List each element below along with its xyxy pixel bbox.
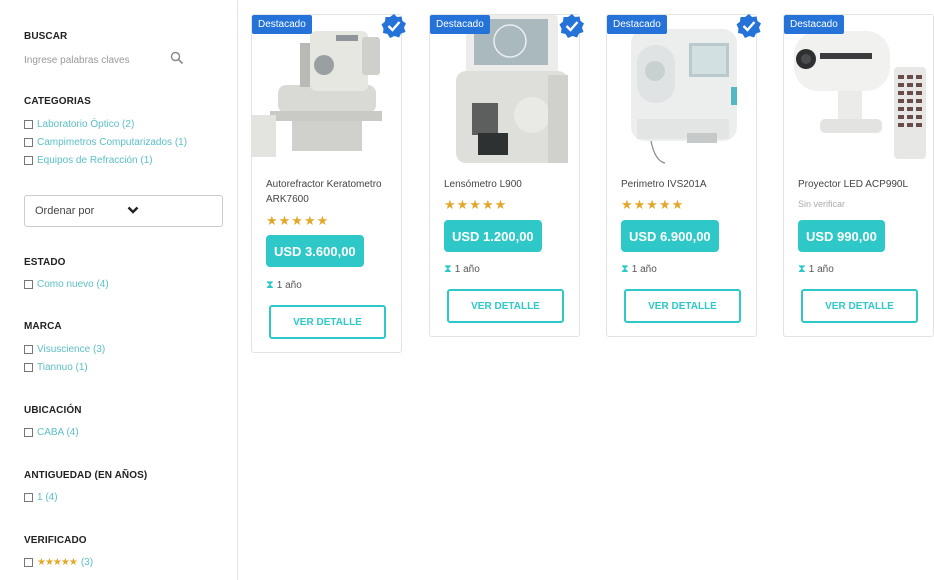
- checkbox[interactable]: [24, 156, 33, 165]
- age-label: 1 (4): [37, 492, 58, 503]
- age-value: 1 año: [276, 280, 302, 291]
- chevron-down-icon: [127, 206, 139, 214]
- verified-title: VERIFICADO: [24, 535, 87, 546]
- product-card[interactable]: Destacado Lensómetro L900 ★★★★★ USD 1.20…: [429, 14, 584, 337]
- product-image[interactable]: Destacado: [430, 15, 579, 165]
- product-image[interactable]: Destacado: [607, 15, 756, 165]
- price-tag: USD 990,00: [798, 220, 885, 252]
- location-title: UBICACIÓN: [24, 405, 82, 416]
- hourglass-icon: ⧗: [266, 279, 274, 291]
- featured-badge: Destacado: [430, 15, 490, 34]
- category-label: Campimetros Computarizados (1): [37, 137, 188, 148]
- product-age: ⧗ 1 año: [798, 263, 834, 276]
- perimeter-image: [607, 15, 756, 165]
- projector-image: [784, 15, 933, 165]
- sort-select[interactable]: Ordenar por: [24, 195, 223, 227]
- checkbox[interactable]: [24, 120, 33, 129]
- view-detail-button[interactable]: VER DETALLE: [801, 289, 918, 323]
- price-tag: USD 3.600,00: [266, 235, 364, 267]
- product-title[interactable]: Lensómetro L900: [444, 177, 569, 192]
- product-title[interactable]: Autorefractor Keratometro ARK7600: [266, 177, 391, 207]
- category-filter-refraccion[interactable]: Equipos de Refracción (1): [24, 155, 153, 166]
- search-box: [24, 50, 184, 68]
- check-badge-icon: [559, 14, 584, 38]
- search-input[interactable]: [24, 55, 159, 66]
- checkbox[interactable]: [24, 428, 33, 437]
- brand-filter-tiannuo[interactable]: Tiannuo (1): [24, 362, 88, 373]
- view-detail-button[interactable]: VER DETALLE: [269, 305, 386, 339]
- verified-filter-5-stars[interactable]: ★★★★★ (3): [24, 557, 93, 568]
- age-value: 1 año: [631, 264, 657, 275]
- filter-sidebar: BUSCAR CATEGORIAS Laboratorio Óptico (2)…: [0, 0, 238, 580]
- state-filter-como-nuevo[interactable]: Como nuevo (4): [24, 279, 109, 290]
- price-tag: USD 1.200,00: [444, 220, 542, 252]
- checkbox[interactable]: [24, 493, 33, 502]
- product-title[interactable]: Proyector LED ACP990L: [798, 177, 923, 192]
- featured-badge: Destacado: [607, 15, 667, 34]
- age-value: 1 año: [808, 264, 834, 275]
- location-label: CABA (4): [37, 427, 79, 438]
- rating-stars: ★★★★★: [266, 213, 330, 228]
- price-tag: USD 6.900,00: [621, 220, 719, 252]
- rating-stars: ★★★★★: [37, 557, 78, 568]
- view-detail-button[interactable]: VER DETALLE: [447, 289, 564, 323]
- state-label: Como nuevo (4): [37, 279, 109, 290]
- rating-stars: ★★★★★: [444, 197, 508, 212]
- checkbox[interactable]: [24, 345, 33, 354]
- autorefractor-image: [252, 15, 401, 165]
- brand-filter-visuscience[interactable]: Visuscience (3): [24, 344, 105, 355]
- lensometer-image: [430, 15, 579, 165]
- search-title: BUSCAR: [24, 31, 68, 42]
- search-icon[interactable]: [170, 51, 184, 65]
- product-age: ⧗ 1 año: [266, 279, 302, 292]
- product-card[interactable]: Destacado Autorefractor Keratometro ARK7…: [251, 14, 406, 353]
- brand-label: Tiannuo (1): [37, 362, 88, 373]
- brand-title: MARCA: [24, 321, 62, 332]
- checkbox[interactable]: [24, 138, 33, 147]
- category-filter-laboratorio[interactable]: Laboratorio Óptico (2): [24, 119, 134, 130]
- product-image[interactable]: Destacado: [252, 15, 401, 165]
- age-title: ANTIGUEDAD (EN AÑOS): [24, 470, 148, 481]
- categories-title: CATEGORIAS: [24, 96, 91, 107]
- verified-count: (3): [80, 557, 94, 568]
- hourglass-icon: ⧗: [444, 263, 452, 275]
- sort-label: Ordenar por: [35, 205, 95, 217]
- location-filter-caba[interactable]: CABA (4): [24, 427, 79, 438]
- hourglass-icon: ⧗: [798, 263, 806, 275]
- rating-stars: ★★★★★: [621, 197, 685, 212]
- product-image[interactable]: Destacado: [784, 15, 933, 165]
- category-filter-campimetros[interactable]: Campimetros Computarizados (1): [24, 137, 187, 148]
- category-label: Laboratorio Óptico (2): [37, 119, 135, 130]
- age-filter-1[interactable]: 1 (4): [24, 492, 58, 503]
- featured-badge: Destacado: [252, 15, 312, 34]
- brand-label: Visuscience (3): [37, 344, 106, 355]
- category-label: Equipos de Refracción (1): [37, 155, 153, 166]
- check-badge-icon: [381, 14, 406, 38]
- view-detail-button[interactable]: VER DETALLE: [624, 289, 741, 323]
- checkbox[interactable]: [24, 280, 33, 289]
- product-age: ⧗ 1 año: [621, 263, 657, 276]
- product-card[interactable]: Destacado Proyector LED ACP990L Sin veri…: [783, 14, 934, 337]
- checkbox[interactable]: [24, 558, 33, 567]
- product-card[interactable]: Destacado Perimetro IVS201A ★★★★★ USD 6.…: [606, 14, 761, 337]
- hourglass-icon: ⧗: [621, 263, 629, 275]
- featured-badge: Destacado: [784, 15, 844, 34]
- state-title: ESTADO: [24, 257, 66, 268]
- product-title[interactable]: Perimetro IVS201A: [621, 177, 746, 192]
- checkbox[interactable]: [24, 363, 33, 372]
- verification-status: Sin verificar: [798, 199, 846, 209]
- age-value: 1 año: [454, 264, 480, 275]
- product-age: ⧗ 1 año: [444, 263, 480, 276]
- check-badge-icon: [736, 14, 761, 38]
